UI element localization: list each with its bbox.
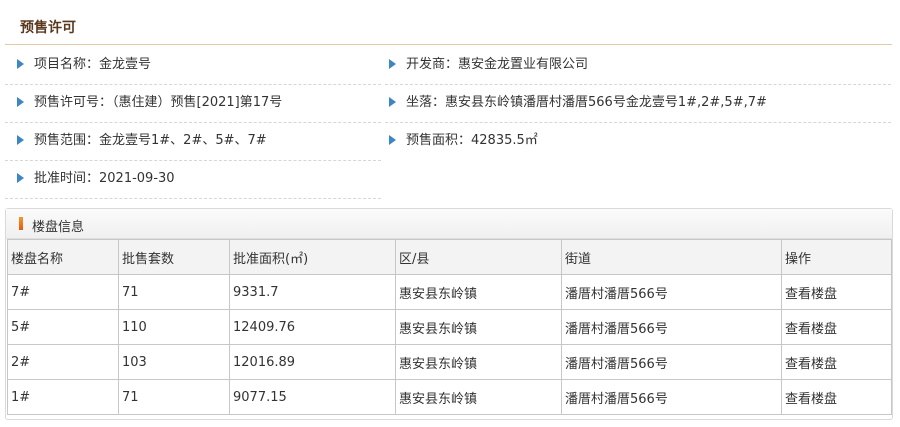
accent-bar-icon — [19, 217, 23, 230]
info-value: （惠住建）预售[2021]第17号 — [112, 95, 283, 110]
cell-street: 潘厝村潘厝566号 — [561, 379, 782, 415]
cell-district: 惠安县东岭镇 — [395, 274, 562, 310]
info-row: 预售许可号：（惠住建）预售[2021]第17号 — [5, 84, 381, 123]
panel-title: 楼盘信息 — [32, 220, 85, 235]
cell-area: 12409.76 — [229, 309, 396, 345]
column-header: 街道 — [561, 239, 782, 275]
info-label: 开发商： — [406, 57, 459, 72]
arrow-icon — [17, 135, 24, 145]
view-building-link[interactable]: 查看楼盘 — [781, 309, 892, 345]
table-header-row: 楼盘名称 批售套数 批准面积(㎡) 区/县 街道 操作 — [7, 239, 892, 275]
info-value: 金龙壹号1#、2#、5#、7# — [99, 133, 267, 148]
info-row: 批准时间：2021-09-30 — [5, 160, 381, 199]
info-row: 预售面积：42835.5㎡ — [385, 122, 891, 160]
info-value: 惠安县东岭镇潘厝村潘厝566号金龙壹号1#,2#,5#,7# — [445, 95, 767, 110]
cell-area: 9331.7 — [229, 274, 396, 310]
arrow-icon — [17, 59, 24, 69]
column-header: 批售套数 — [118, 239, 230, 275]
table-row: 5# 110 12409.76 惠安县东岭镇 潘厝村潘厝566号 查看楼盘 — [7, 309, 892, 345]
info-label: 预售面积： — [406, 133, 472, 148]
column-header: 批准面积(㎡) — [229, 239, 396, 275]
cell-units: 110 — [118, 309, 230, 345]
cell-building-name: 5# — [7, 309, 119, 345]
view-building-link[interactable]: 查看楼盘 — [781, 344, 892, 380]
cell-area: 9077.15 — [229, 379, 396, 415]
view-building-link[interactable]: 查看楼盘 — [781, 274, 892, 310]
info-value: 42835.5㎡ — [471, 133, 538, 148]
cell-units: 71 — [118, 274, 230, 310]
column-header: 楼盘名称 — [7, 239, 119, 275]
cell-district: 惠安县东岭镇 — [395, 309, 562, 345]
column-header: 操作 — [781, 239, 892, 275]
info-area: 预售面积：42835.5㎡ — [389, 122, 538, 160]
info-label: 预售范围： — [34, 133, 100, 148]
cell-area: 12016.89 — [229, 344, 396, 380]
info-value: 金龙壹号 — [99, 57, 152, 72]
info-row: 预售范围：金龙壹号1#、2#、5#、7# — [5, 122, 381, 161]
info-value: 惠安金龙置业有限公司 — [458, 57, 589, 72]
table-row: 1# 71 9077.15 惠安县东岭镇 潘厝村潘厝566号 查看楼盘 — [7, 379, 892, 415]
cell-building-name: 1# — [7, 379, 119, 415]
arrow-icon — [17, 97, 24, 107]
info-scope: 预售范围：金龙壹号1#、2#、5#、7# — [17, 122, 267, 160]
info-label: 项目名称： — [34, 57, 100, 72]
section-header: 预售许可 — [5, 8, 892, 45]
cell-building-name: 7# — [7, 274, 119, 310]
cell-district: 惠安县东岭镇 — [395, 379, 562, 415]
cell-street: 潘厝村潘厝566号 — [561, 274, 782, 310]
info-permit-no: 预售许可号：（惠住建）预售[2021]第17号 — [17, 84, 282, 122]
buildings-panel: 楼盘信息 楼盘名称 批售套数 批准面积(㎡) 区/县 街道 操作 7# 71 9… — [5, 208, 893, 420]
info-row: 项目名称：金龙壹号 — [5, 46, 381, 85]
cell-street: 潘厝村潘厝566号 — [561, 344, 782, 380]
column-header: 区/县 — [395, 239, 562, 275]
arrow-icon — [389, 59, 396, 69]
cell-units: 71 — [118, 379, 230, 415]
cell-building-name: 2# — [7, 344, 119, 380]
info-developer: 开发商：惠安金龙置业有限公司 — [389, 46, 588, 84]
info-row: 坐落：惠安县东岭镇潘厝村潘厝566号金龙壹号1#,2#,5#,7# — [385, 84, 891, 123]
cell-district: 惠安县东岭镇 — [395, 344, 562, 380]
cell-units: 103 — [118, 344, 230, 380]
info-label: 批准时间： — [34, 171, 100, 186]
arrow-icon — [389, 135, 396, 145]
buildings-table: 楼盘名称 批售套数 批准面积(㎡) 区/县 街道 操作 7# 71 9331.7… — [7, 239, 892, 415]
page-title: 预售许可 — [20, 20, 76, 36]
panel-header: 楼盘信息 — [6, 209, 892, 239]
info-value: 2021-09-30 — [99, 171, 175, 186]
info-row: 开发商：惠安金龙置业有限公司 — [385, 46, 891, 85]
info-label: 预售许可号： — [34, 95, 113, 110]
table-row: 7# 71 9331.7 惠安县东岭镇 潘厝村潘厝566号 查看楼盘 — [7, 274, 892, 310]
info-location: 坐落：惠安县东岭镇潘厝村潘厝566号金龙壹号1#,2#,5#,7# — [389, 84, 767, 122]
arrow-icon — [17, 173, 24, 183]
cell-street: 潘厝村潘厝566号 — [561, 309, 782, 345]
table-row: 2# 103 12016.89 惠安县东岭镇 潘厝村潘厝566号 查看楼盘 — [7, 344, 892, 380]
info-approval-time: 批准时间：2021-09-30 — [17, 160, 175, 198]
info-label: 坐落： — [406, 95, 446, 110]
info-project-name: 项目名称：金龙壹号 — [17, 46, 151, 84]
view-building-link[interactable]: 查看楼盘 — [781, 379, 892, 415]
arrow-icon — [389, 97, 396, 107]
